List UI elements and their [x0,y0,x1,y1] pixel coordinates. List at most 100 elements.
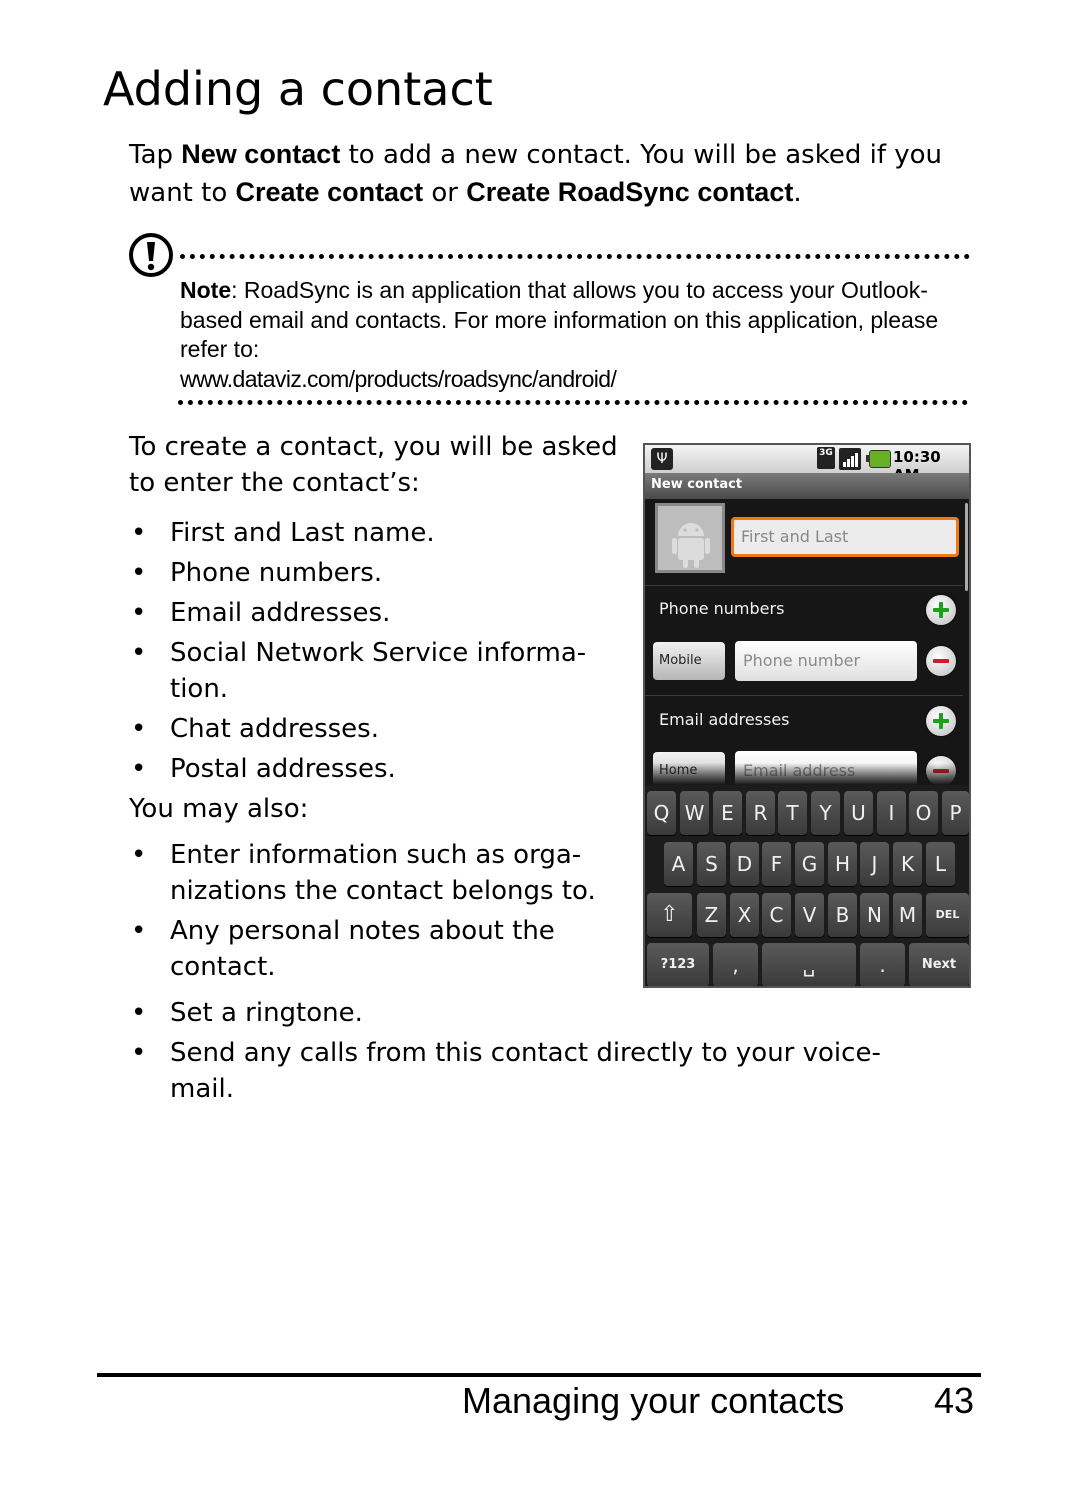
key-a[interactable]: A [664,842,693,886]
key-j[interactable]: J [860,842,889,886]
shift-key[interactable]: ⇧ [647,893,692,937]
remove-phone-icon[interactable] [926,646,956,676]
list-item: • Postal addresses. [129,751,629,787]
list-item-text: Phone numbers. [170,558,383,588]
key-z[interactable]: Z [697,893,726,937]
key-l[interactable]: L [926,842,955,886]
key-s[interactable]: S [697,842,726,886]
scroll-fade [645,763,969,785]
key-y[interactable]: Y [811,791,840,835]
phone-number-input[interactable]: Phone number [735,641,917,681]
phone-numbers-label: Phone numbers [659,599,785,618]
list-item-text: Send any calls from this contact directl… [170,1038,881,1104]
list-item-text: Enter information such as orga- nization… [170,840,596,906]
footer-section-title: Managing your contacts [462,1380,845,1421]
key-t[interactable]: T [778,791,807,835]
key-u[interactable]: U [844,791,873,835]
note-text: : RoadSync is an application that allows… [180,277,939,362]
note-box: Note: RoadSync is an application that al… [180,276,970,394]
intro-text: or [423,178,467,208]
list-item: • Set a ringtone. [129,995,979,1031]
network-3g-icon: 3G [817,447,835,469]
bullet: • [131,518,147,548]
note-divider-bottom [178,400,968,405]
screen-title: New contact [645,473,969,499]
name-input[interactable]: First and Last [731,517,959,557]
list-item-text: Email addresses. [170,598,391,628]
key-d[interactable]: D [730,842,759,886]
add-email-icon[interactable] [926,706,956,736]
warning-exclamation-icon [129,233,173,277]
contact-fields-list: • First and Last name. • Phone numbers. • E… [129,515,629,787]
list-item: • Phone numbers. [129,555,629,591]
phone-screenshot: Ψ 3G 10:30 AM New contact First and Last… [643,443,971,988]
symbols-key[interactable]: ?123 [647,943,709,986]
list-item-text: Set a ringtone. [170,998,363,1028]
list-item: • Email addresses. [129,595,629,631]
contact-photo-button[interactable] [655,503,725,573]
key-b[interactable]: B [828,893,857,937]
key-x[interactable]: X [730,893,759,937]
list-item-text: Chat addresses. [170,714,379,744]
divider [645,585,963,586]
list-item: • Any personal notes about the contact. [129,913,580,985]
bullet: • [131,1038,147,1068]
delete-key[interactable]: DEL ⌫ [926,893,969,965]
divider [645,695,963,696]
key-f[interactable]: F [762,842,791,886]
soft-keyboard: Q W E R T Y U I O P A S D F G H J K L ⇧ … [645,785,969,986]
roadsync-url-link[interactable]: www.dataviz.com/products/roadsync/androi… [180,366,617,392]
phone-type-button[interactable]: Mobile [653,642,725,680]
bullet: • [131,558,147,588]
key-q[interactable]: Q [647,791,676,835]
list-item: • Enter information such as orga- nizatio… [129,837,620,909]
bullet: • [131,840,147,870]
key-o[interactable]: O [909,791,938,835]
note-divider-top [180,254,970,259]
create-contact-term: Create contact [235,177,424,207]
optional-fields-list: • Enter information such as orga- nizatio… [129,837,629,985]
period-key[interactable]: . [860,943,905,986]
key-h[interactable]: H [828,842,857,886]
comma-key[interactable]: , [713,943,758,986]
key-v[interactable]: V [795,893,824,937]
note-label: Note [180,277,232,303]
usb-icon: Ψ [651,448,673,470]
lead-text: To create a contact, you will be asked t… [129,432,618,498]
space-key[interactable]: ␣ [762,943,856,986]
scrollbar[interactable] [965,503,968,591]
new-contact-term: New contact [181,139,341,169]
list-item-text: Social Network Service informa- tion. [170,638,587,704]
list-item-text: Postal addresses. [170,754,396,784]
email-addresses-label: Email addresses [659,710,790,729]
more-options-list: • Set a ringtone. • Send any calls from th… [129,995,979,1111]
key-e[interactable]: E [713,791,742,835]
list-item-text: Any personal notes about the contact. [170,916,555,982]
key-i[interactable]: I [877,791,906,835]
bullet: • [131,598,147,628]
key-c[interactable]: C [762,893,791,937]
key-m[interactable]: M [893,893,922,937]
key-p[interactable]: P [942,791,969,835]
key-g[interactable]: G [795,842,824,886]
key-r[interactable]: R [746,791,775,835]
key-w[interactable]: W [680,791,709,835]
key-n[interactable]: N [860,893,889,937]
status-bar: Ψ 3G 10:30 AM [645,445,969,484]
key-k[interactable]: K [893,842,922,886]
signal-icon [839,448,861,470]
bullet: • [131,754,147,784]
page-number: 43 [934,1380,975,1421]
page-title: Adding a contact [103,62,493,116]
intro-text: . [793,178,802,208]
battery-icon [866,450,891,468]
android-icon [672,523,710,568]
list-item: • First and Last name. [129,515,629,551]
you-may-also-text: You may also: [129,794,309,824]
list-item: • Social Network Service informa- tion. [129,635,610,707]
next-key[interactable]: Next [909,943,969,986]
bullet: • [131,714,147,744]
create-roadsync-contact-term: Create RoadSync contact [466,177,794,207]
intro-paragraph: Tap New contact to add a new contact. Yo… [129,136,969,212]
add-phone-icon[interactable] [926,595,956,625]
